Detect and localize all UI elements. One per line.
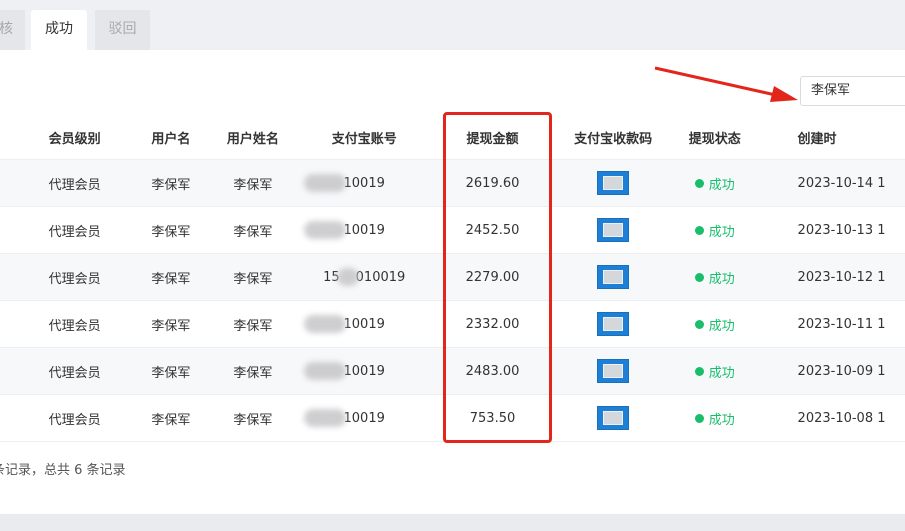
alipay-account: 10019 [295, 347, 433, 395]
pagination-summary: 条记录，总共 6 条记录 [0, 463, 126, 478]
real-name: 李保军 [209, 206, 296, 254]
withdraw-status: 成功 [673, 159, 756, 207]
created-time: 2023-10-13 1 [755, 206, 905, 254]
withdrawal-table: 会员级别 用户名 用户姓名 支付宝账号 提现金额 支付宝收款码 提现状态 创建时… [0, 115, 905, 442]
table-header-row: 会员级别 用户名 用户姓名 支付宝账号 提现金额 支付宝收款码 提现状态 创建时 [0, 115, 905, 160]
alipay-qr-cell [552, 300, 674, 348]
row-select-cell [0, 300, 18, 348]
status-tabs: 核 成功 驳回 [0, 0, 905, 50]
table-row[interactable]: 代理会员 李保军 李保军 15 010019 2279.00 成功 2023-10… [0, 253, 905, 301]
status-dot-icon [694, 413, 704, 423]
real-name: 李保军 [209, 300, 296, 348]
qr-code-icon[interactable] [597, 359, 630, 383]
page-bottom-bar [0, 514, 905, 531]
real-name: 李保军 [209, 347, 296, 395]
alipay-account: 10019 [295, 159, 433, 207]
status-dot-icon [694, 319, 704, 329]
qr-code-icon[interactable] [597, 265, 630, 289]
column-header: 创建时 [755, 115, 905, 160]
tab-review[interactable]: 核 [0, 10, 25, 50]
withdraw-amount: 2452.50 [432, 206, 553, 254]
alipay-account: 15 010019 [295, 253, 433, 301]
column-header: 支付宝收款码 [552, 115, 674, 160]
withdraw-amount: 2483.00 [432, 347, 553, 395]
withdraw-amount: 2619.60 [432, 159, 553, 207]
row-select-cell [0, 159, 18, 207]
created-time: 2023-10-08 1 [755, 394, 905, 442]
username: 李保军 [131, 159, 210, 207]
alipay-account: 10019 [295, 300, 433, 348]
table-row[interactable]: 代理会员 李保军 李保军 10019 2452.50 成功 2023-10-13… [0, 206, 905, 254]
status-dot-icon [694, 272, 704, 282]
row-select-cell [0, 206, 18, 254]
alipay-qr-cell [552, 394, 674, 442]
status-dot-icon [694, 225, 704, 235]
alipay-qr-cell [552, 159, 674, 207]
member-level: 代理会员 [17, 159, 132, 207]
alipay-account: 10019 [295, 394, 433, 442]
withdraw-status: 成功 [673, 394, 756, 442]
column-header: 提现状态 [673, 115, 756, 160]
qr-code-icon[interactable] [597, 171, 630, 195]
withdraw-amount: 753.50 [432, 394, 553, 442]
qr-code-icon[interactable] [597, 406, 630, 430]
column-header: 会员级别 [17, 115, 132, 160]
qr-code-icon[interactable] [597, 312, 630, 336]
username: 李保军 [131, 253, 210, 301]
real-name: 李保军 [209, 159, 296, 207]
withdraw-status: 成功 [673, 253, 756, 301]
member-level: 代理会员 [17, 394, 132, 442]
created-time: 2023-10-09 1 [755, 347, 905, 395]
qr-code-icon[interactable] [597, 218, 630, 242]
username: 李保军 [131, 394, 210, 442]
alipay-qr-cell [552, 206, 674, 254]
status-dot-icon [694, 366, 704, 376]
created-time: 2023-10-14 1 [755, 159, 905, 207]
tab-success[interactable]: 成功 [31, 10, 87, 50]
table-row[interactable]: 代理会员 李保军 李保军 10019 753.50 成功 2023-10-08 … [0, 394, 905, 442]
member-level: 代理会员 [17, 300, 132, 348]
alipay-qr-cell [552, 347, 674, 395]
username: 李保军 [131, 347, 210, 395]
withdraw-amount: 2279.00 [432, 253, 553, 301]
member-level: 代理会员 [17, 206, 132, 254]
created-time: 2023-10-12 1 [755, 253, 905, 301]
table-row[interactable]: 代理会员 李保军 李保军 10019 2483.00 成功 2023-10-09… [0, 347, 905, 395]
withdraw-amount: 2332.00 [432, 300, 553, 348]
alipay-account: 10019 [295, 206, 433, 254]
column-header: 支付宝账号 [295, 115, 433, 160]
row-select-cell [0, 253, 18, 301]
row-select-cell [0, 347, 18, 395]
table-row[interactable]: 代理会员 李保军 李保军 10019 2619.60 成功 2023-10-14… [0, 159, 905, 207]
red-arrow-annotation [654, 66, 798, 102]
alipay-qr-cell [552, 253, 674, 301]
row-select-cell [0, 394, 18, 442]
real-name: 李保军 [209, 253, 296, 301]
member-level: 代理会员 [17, 253, 132, 301]
real-name: 李保军 [209, 394, 296, 442]
username: 李保军 [131, 300, 210, 348]
column-header: 用户名 [131, 115, 210, 160]
member-level: 代理会员 [17, 347, 132, 395]
records-panel: 李保军 会员级别 用户名 用户姓名 支付宝账号 提现金额 支付宝收款码 提现状态… [0, 50, 905, 514]
column-header-select [0, 115, 18, 160]
search-input[interactable]: 李保军 [800, 76, 905, 106]
table-row[interactable]: 代理会员 李保军 李保军 10019 2332.00 成功 2023-10-11… [0, 300, 905, 348]
column-header: 提现金额 [432, 115, 553, 160]
withdraw-status: 成功 [673, 300, 756, 348]
status-dot-icon [694, 178, 704, 188]
column-header: 用户姓名 [209, 115, 296, 160]
username: 李保军 [131, 206, 210, 254]
created-time: 2023-10-11 1 [755, 300, 905, 348]
withdraw-status: 成功 [673, 206, 756, 254]
tab-reject[interactable]: 驳回 [95, 10, 150, 50]
withdraw-status: 成功 [673, 347, 756, 395]
